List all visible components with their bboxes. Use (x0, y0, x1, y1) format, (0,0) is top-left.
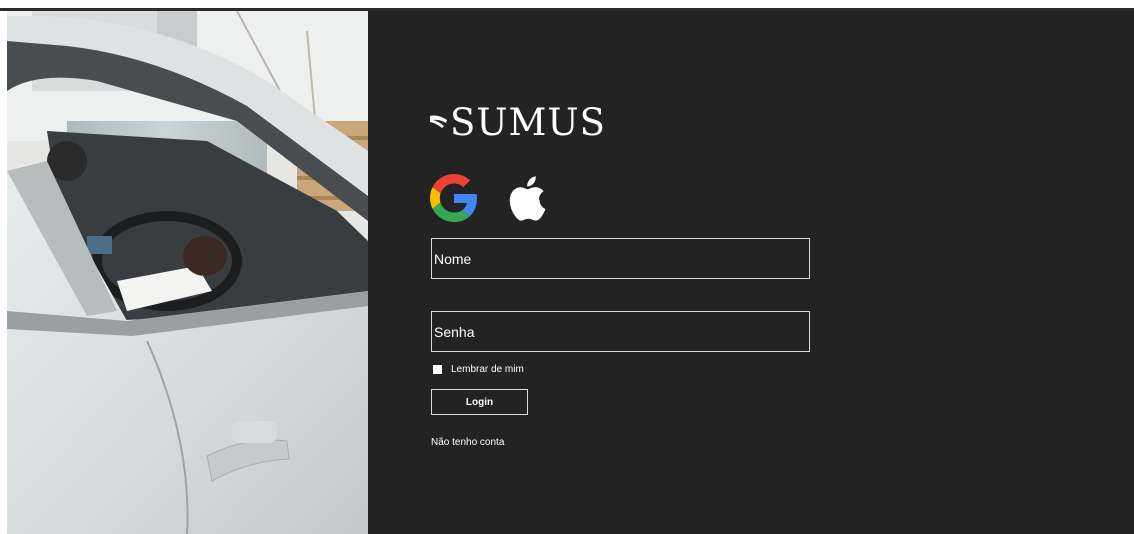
wing-icon (430, 115, 447, 128)
brand-name: SUMUS (450, 101, 606, 144)
login-button[interactable]: Login (431, 389, 528, 415)
password-input[interactable] (431, 311, 810, 352)
no-account-link[interactable]: Não tenho conta (431, 437, 504, 448)
remember-me[interactable]: Lembrar de mim (433, 364, 524, 375)
remember-label: Lembrar de mim (451, 364, 524, 375)
login-panel: SUMUS Lembrar de mim Login Não tenho con… (368, 11, 1134, 534)
name-input[interactable] (431, 238, 810, 279)
car-driver-illustration (7, 11, 368, 534)
brand-logo: SUMUS (430, 103, 606, 143)
google-logo-icon[interactable] (430, 174, 478, 222)
apple-logo-icon[interactable] (506, 173, 546, 223)
remember-checkbox[interactable] (433, 365, 442, 374)
hero-photo (7, 11, 368, 534)
login-page: SUMUS Lembrar de mim Login Não tenho con… (0, 0, 1134, 534)
social-login-row (430, 173, 546, 223)
